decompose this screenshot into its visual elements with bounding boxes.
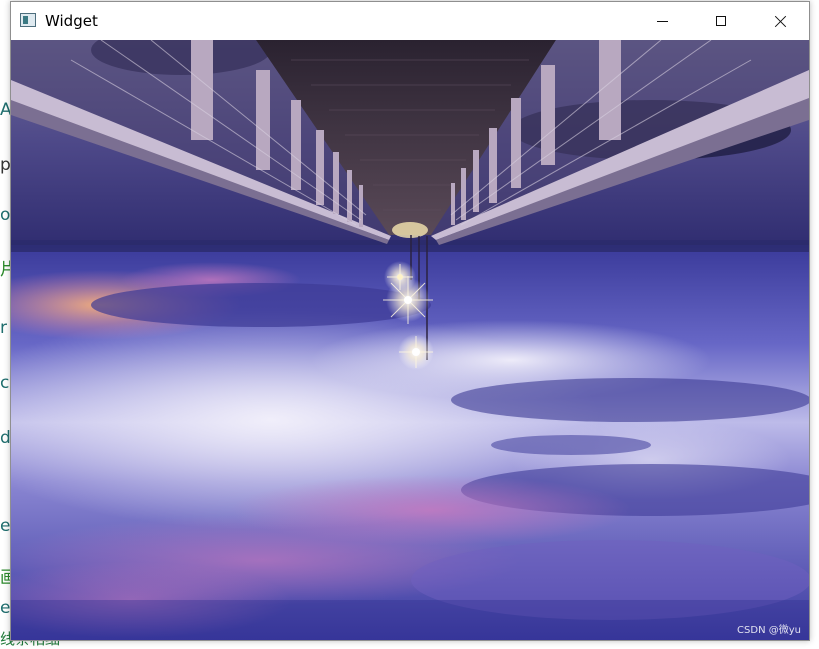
widget-window: Widget CSDN @微yu: [10, 1, 810, 641]
minimize-button[interactable]: [633, 2, 691, 40]
watermark-text: CSDN @微yu: [737, 625, 801, 636]
editor-text-fragment: r: [0, 318, 7, 338]
editor-text-fragment: o: [0, 205, 11, 225]
image-view: CSDN @微yu: [11, 40, 809, 640]
window-title: Widget: [45, 12, 98, 30]
close-icon: [774, 15, 787, 28]
maximize-icon: [716, 16, 726, 26]
qt-window-icon[interactable]: [20, 13, 36, 27]
editor-text-fragment: e: [0, 598, 11, 618]
editor-text-fragment: c: [0, 373, 10, 393]
maximize-button[interactable]: [692, 2, 750, 40]
close-button[interactable]: [751, 2, 809, 40]
upside-down-pier-photo: [11, 40, 809, 640]
editor-text-fragment: e: [0, 516, 11, 536]
minimize-icon: [656, 20, 668, 22]
title-bar[interactable]: Widget: [11, 2, 809, 40]
